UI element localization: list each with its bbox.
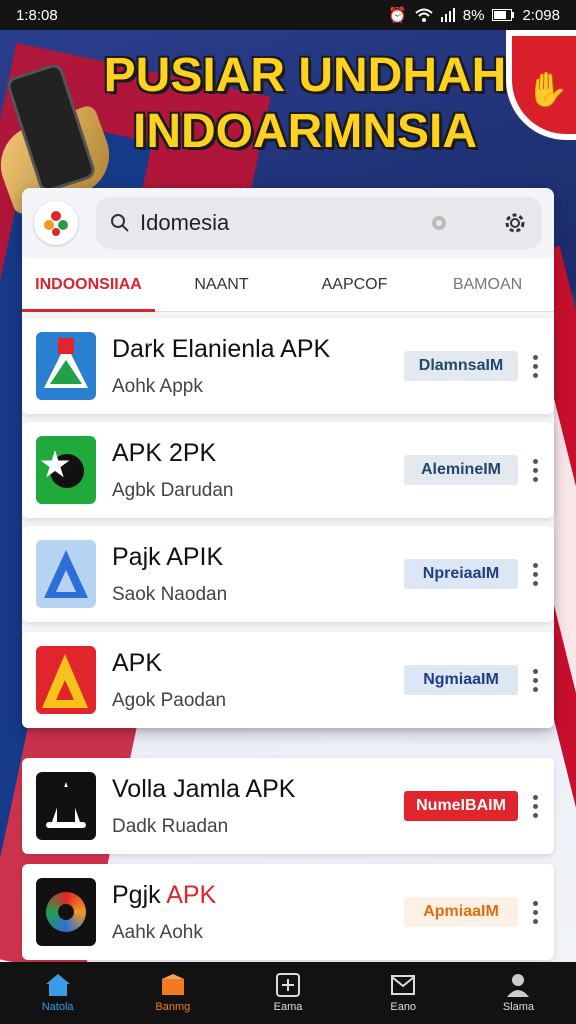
list-item[interactable]: Pajk APIK Saok Naodan NpreiaaIM [22, 526, 554, 622]
app-info: APK Agok Paodan [112, 648, 404, 712]
nav-store-label: Banmg [155, 1001, 191, 1013]
banner-title-line1: PUSIAR UNDHAH [103, 49, 507, 102]
app-name: APK 2PK [112, 439, 217, 467]
nav-profile-label: Slama [502, 1001, 534, 1013]
app-info: Volla Jamla APK Dadk Ruadan [112, 774, 404, 838]
black-a-apk-icon [36, 772, 96, 840]
store-icon [161, 974, 184, 995]
red-triangle-apk-icon [36, 646, 96, 714]
app-subtitle: Agok Paodan [112, 690, 227, 711]
app-info: Dark Elanienla APK Aohk Appk [112, 334, 404, 398]
more-options-icon[interactable] [530, 794, 540, 818]
status-icons: ⏰ 8% 2:098 [388, 6, 560, 25]
nav-profile[interactable]: Slama [461, 962, 576, 1024]
download-button[interactable]: NgmiaaIM [404, 665, 518, 695]
list-item[interactable]: APK Agok Paodan NgmiaaIM [22, 632, 554, 728]
profile-icon [507, 974, 530, 997]
app-subtitle: Dadk Ruadan [112, 816, 229, 837]
nav-store[interactable]: Banmg [115, 962, 230, 1024]
signal-icon [440, 8, 455, 22]
green-star-apk-icon [36, 436, 96, 504]
category-tabs: INDOONSIIAA NAANT AAPCOF BAMOAN [22, 258, 554, 312]
nav-home-label: Natola [41, 1001, 74, 1013]
tab-indonesia[interactable]: INDOONSIIAA [22, 258, 155, 312]
add-box-icon [276, 973, 300, 997]
search-bar[interactable]: Idomesia [96, 197, 542, 249]
alarm-icon: ⏰ [388, 7, 407, 24]
search-input[interactable]: Idomesia [140, 210, 416, 236]
more-options-icon[interactable] [530, 354, 540, 378]
status-bar: 1:8:08 ⏰ 8% 2:098 [0, 0, 576, 30]
app-name: APK [112, 649, 163, 677]
banner-title: PUSIAR UNDHAH INDOARMNSIA [90, 48, 520, 160]
more-options-icon[interactable] [530, 668, 540, 692]
search-row: Idomesia [22, 188, 554, 258]
app-info: APK 2PK Agbk Darudan [112, 438, 404, 502]
home-icon [45, 974, 70, 996]
app-subtitle: Agbk Darudan [112, 480, 234, 501]
download-button[interactable]: ApmiaaIM [404, 897, 518, 927]
blue-triangle-apk-icon [36, 540, 96, 608]
tab-naant[interactable]: NAANT [155, 258, 288, 311]
banner-title-line2: INDOARMNSIA [133, 105, 477, 158]
nav-add-label: Eama [273, 1001, 303, 1013]
status-time: 1:8:08 [16, 6, 58, 24]
more-options-icon[interactable] [530, 562, 540, 586]
app-subtitle: Saok Naodan [112, 584, 228, 605]
battery-icon [492, 9, 515, 21]
more-options-icon[interactable] [530, 458, 540, 482]
wifi-icon [415, 8, 433, 22]
app-name-highlight: APK [166, 881, 217, 909]
app-name: Pajk APIK [112, 543, 224, 571]
tab-aapcof[interactable]: AAPCOF [288, 258, 421, 311]
app-logo[interactable] [34, 201, 78, 245]
more-options-icon[interactable] [530, 900, 540, 924]
mail-icon [391, 975, 416, 995]
swirl-apk-icon [36, 878, 96, 946]
app-subtitle: Aahk Aohk [112, 922, 203, 943]
app-name: Pgjk APK [112, 880, 404, 910]
download-button[interactable]: DlamnsaIM [404, 351, 518, 381]
search-icon [111, 214, 129, 232]
settings-gear-icon[interactable] [502, 210, 528, 236]
nav-mail-label: Eano [390, 1001, 417, 1013]
app-info: Pgjk APK Aahk Aohk [112, 880, 404, 944]
list-item[interactable]: Volla Jamla APK Dadk Ruadan NumeIBAIM [22, 758, 554, 854]
download-button[interactable]: NumeIBAIM [404, 791, 518, 821]
flower-logo-icon [44, 211, 68, 236]
app-name: Dark Elanienla APK [112, 335, 331, 363]
list-item[interactable]: Dark Elanienla APK Aohk Appk DlamnsaIM [22, 318, 554, 414]
nav-mail[interactable]: Eano [346, 962, 461, 1024]
nav-home[interactable]: Natola [0, 962, 115, 1024]
status-right-time: 2:098 [522, 6, 560, 24]
list-item[interactable]: APK 2PK Agbk Darudan AlemineIM [22, 422, 554, 518]
hand-icon: ✋ [526, 71, 569, 109]
tab-bamoan[interactable]: BAMOAN [421, 258, 554, 311]
app-name-plain: Pgjk [112, 881, 167, 909]
promo-banner: ✋ PUSIAR UNDHAH INDOARMNSIA [0, 30, 576, 217]
nav-add[interactable]: Eama [230, 962, 345, 1024]
list-item[interactable]: Pgjk APK Aahk Aohk ApmiaaIM [22, 864, 554, 960]
camera-icon[interactable] [426, 210, 452, 236]
bottom-navigation: Natola Banmg Eama Eano Slama [0, 962, 576, 1024]
app-subtitle: Aohk Appk [112, 376, 203, 397]
download-button[interactable]: AlemineIM [404, 455, 518, 485]
trophy-apk-icon [36, 332, 96, 400]
app-info: Pajk APIK Saok Naodan [112, 542, 404, 606]
app-name: Volla Jamla APK [112, 775, 296, 803]
download-button[interactable]: NpreiaaIM [404, 559, 518, 589]
battery-percent: 8% [462, 6, 485, 24]
